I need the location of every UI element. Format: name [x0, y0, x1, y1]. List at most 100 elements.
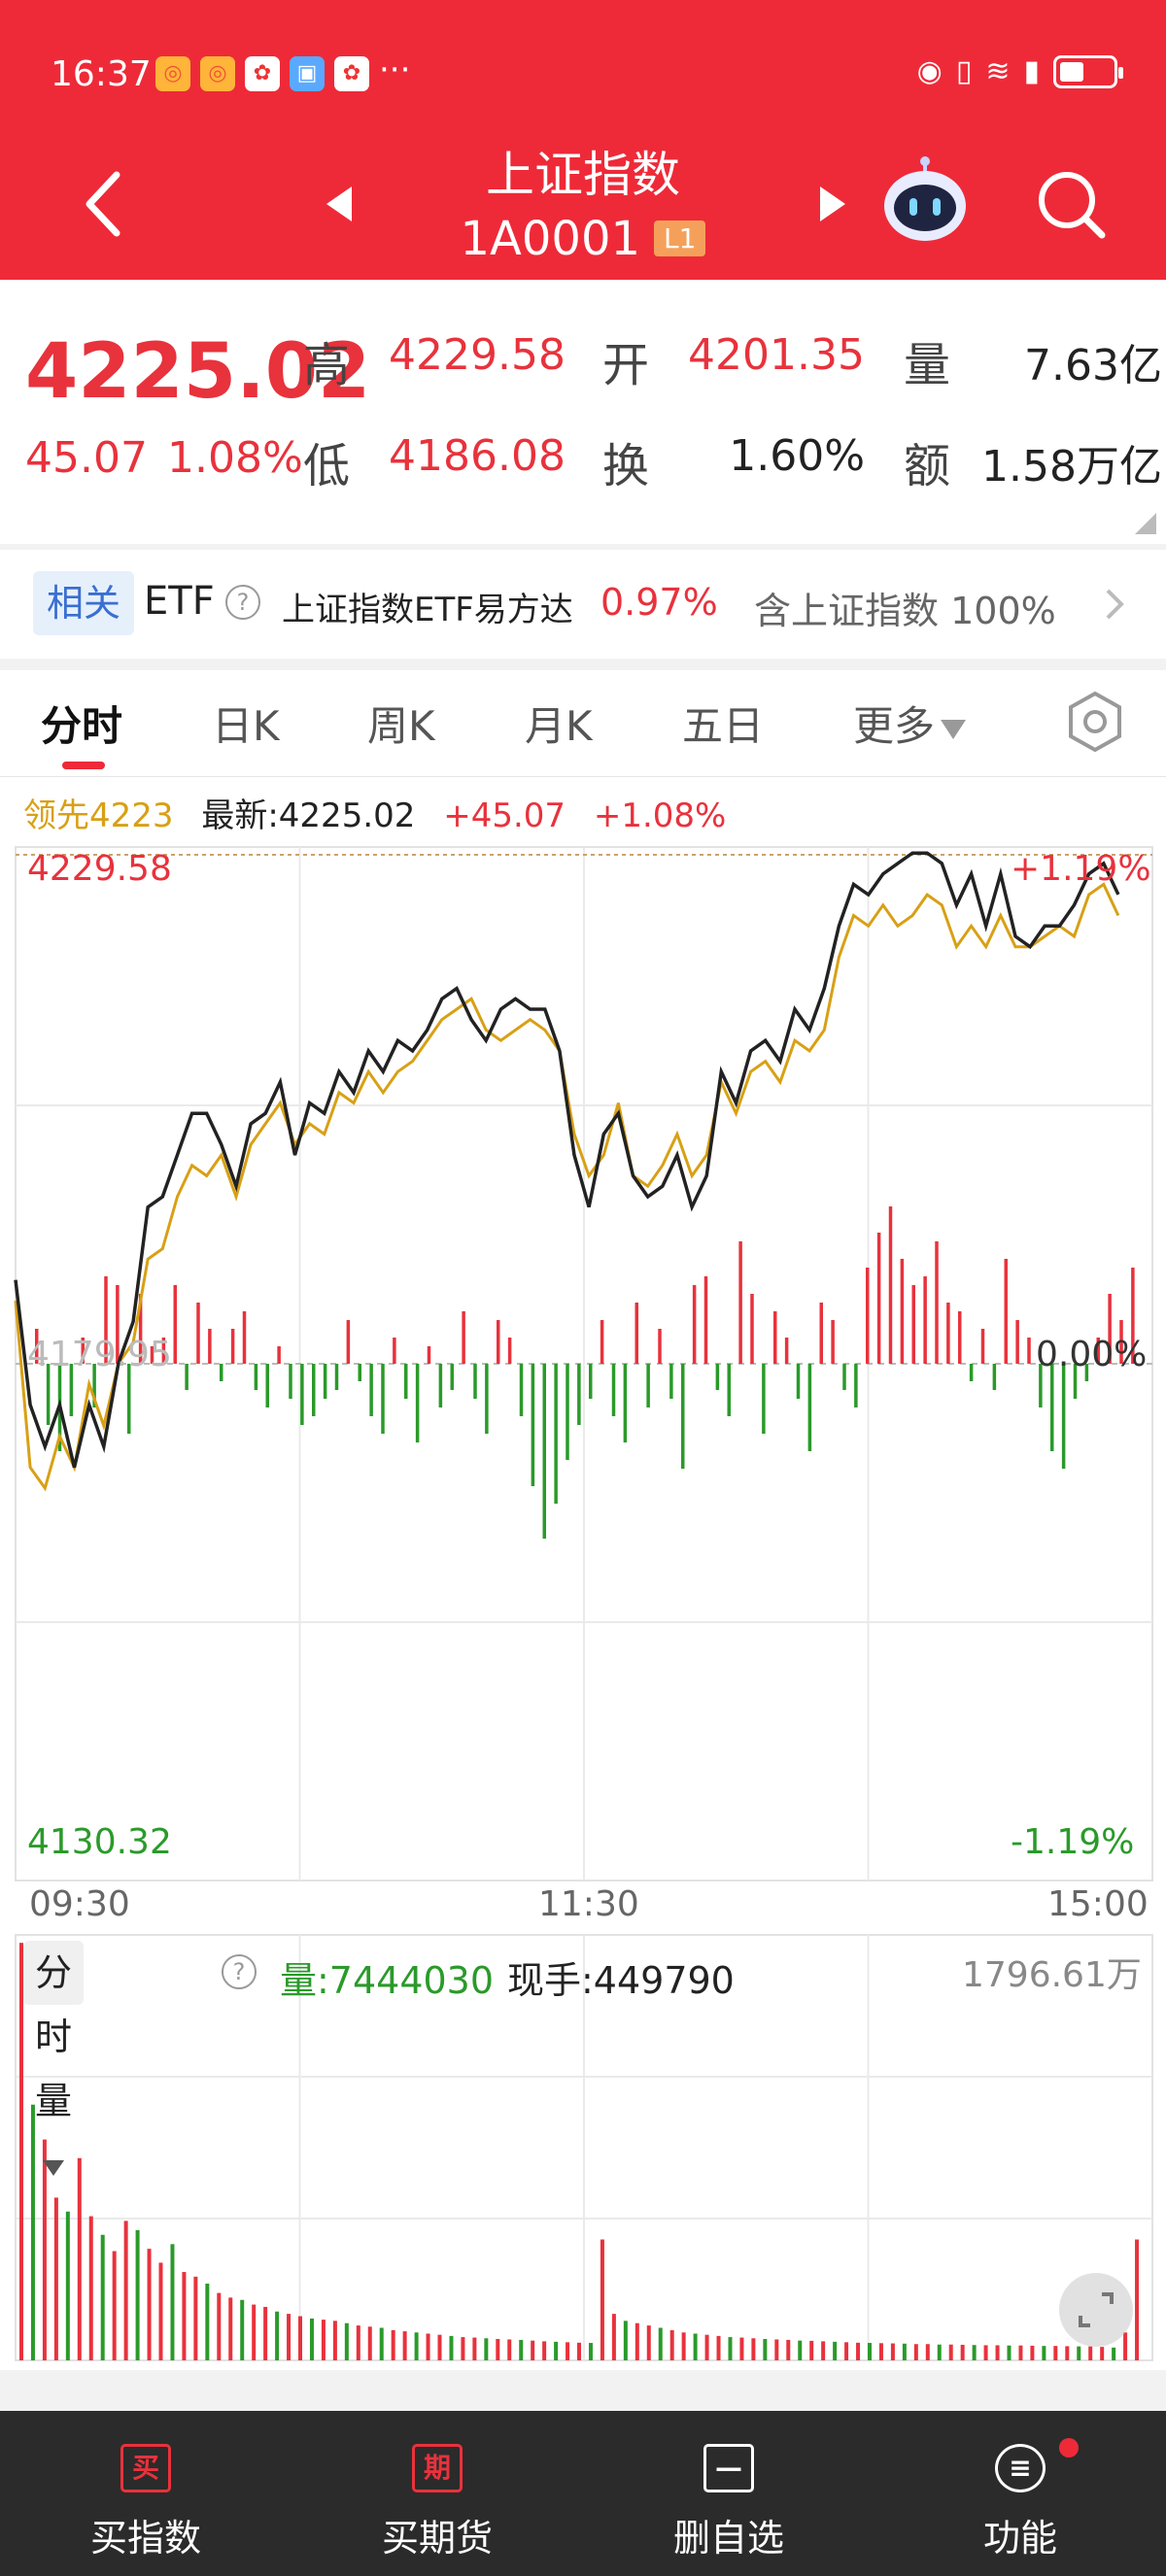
tab-five-day[interactable]: 五日 — [682, 694, 764, 753]
buy-index-button[interactable]: 买 买指数 — [0, 2411, 292, 2576]
caret-down-icon — [941, 719, 967, 739]
diff-bar — [289, 1364, 292, 1399]
volume-bar — [681, 2332, 686, 2360]
volume-bar — [228, 2297, 233, 2360]
volume-bar — [402, 2331, 407, 2360]
legend-change: +45.07 — [443, 797, 566, 835]
volume-bar — [693, 2333, 698, 2360]
search-button[interactable] — [1032, 165, 1110, 243]
volume-bar — [344, 2322, 349, 2360]
volume-bar — [972, 2345, 977, 2360]
volume-bar — [704, 2334, 709, 2360]
diff-bar — [427, 1346, 431, 1364]
functions-button[interactable]: ≡ 功能 — [874, 2411, 1166, 2576]
volume-bar — [1030, 2345, 1035, 2360]
diff-bar — [773, 1311, 777, 1364]
diff-bar — [381, 1364, 385, 1434]
volume-label: 量 — [904, 338, 951, 392]
diff-bar — [473, 1364, 477, 1399]
notification-icons: ◎ ◎ ✿ ▣ ✿ — [155, 56, 369, 91]
diff-bar — [369, 1364, 373, 1416]
volume-bar — [995, 2345, 1000, 2360]
volume-bar — [577, 2342, 582, 2360]
stock-code: 1A0001 — [460, 212, 641, 266]
expand-corner-icon[interactable] — [1135, 513, 1156, 534]
diff-bar — [750, 1294, 754, 1364]
chart-settings-button[interactable] — [1063, 690, 1127, 754]
tab-weekly-k[interactable]: 周K — [367, 694, 435, 753]
volume-bar — [669, 2329, 674, 2360]
tab-more[interactable]: 更多 — [853, 694, 967, 753]
robot-assistant-icon — [884, 156, 966, 241]
intraday-chart[interactable] — [0, 835, 1166, 1943]
low-label: 低 — [303, 439, 351, 493]
diff-bar — [196, 1303, 200, 1364]
diff-bar — [254, 1364, 258, 1390]
volume-bar — [960, 2344, 965, 2360]
volume-bars — [19, 1943, 1140, 2360]
diff-bar — [185, 1364, 189, 1390]
robot-assistant-button[interactable] — [878, 155, 972, 249]
volume-bar — [623, 2321, 628, 2360]
volume-bar — [182, 2272, 187, 2360]
volume-bar — [170, 2244, 175, 2360]
diff-bar — [600, 1320, 604, 1364]
vibrate-icon: ▯ — [955, 54, 973, 88]
diff-bar — [346, 1320, 351, 1364]
volume-bar — [588, 2343, 593, 2360]
help-icon[interactable]: ? — [225, 585, 260, 620]
tab-daily-k[interactable]: 日K — [212, 694, 280, 753]
page-title: 上证指数 — [486, 147, 680, 203]
search-icon — [1039, 172, 1106, 239]
diff-bar — [935, 1241, 939, 1364]
buy-futures-button[interactable]: 期 买期货 — [292, 2411, 583, 2576]
next-stock-button[interactable] — [812, 183, 851, 225]
volume-bar — [379, 2327, 384, 2360]
diff-bar — [450, 1364, 454, 1390]
volume-bar — [391, 2329, 395, 2360]
volume-bar — [53, 2197, 58, 2360]
menu-circle-icon: ≡ — [995, 2444, 1046, 2492]
help-icon[interactable]: ? — [222, 1954, 257, 1989]
y-min-label: 4130.32 — [27, 1822, 172, 1862]
diff-bar — [992, 1364, 997, 1390]
diff-bar — [715, 1364, 720, 1390]
volume-bar — [902, 2343, 907, 2360]
diff-bar — [900, 1259, 905, 1364]
diff-bar — [497, 1320, 500, 1364]
remove-watchlist-button[interactable]: — 删自选 — [583, 2411, 874, 2576]
volume-bar — [252, 2304, 257, 2360]
volume-type-label: 分时量 — [35, 1951, 73, 2122]
volume-bar — [263, 2306, 268, 2360]
chart-legend: 领先4223 最新:4225.02 +45.07 +1.08% — [23, 789, 743, 836]
functions-label: 功能 — [982, 2517, 1057, 2559]
diff-bar — [738, 1241, 742, 1364]
volume-bar — [1100, 2347, 1105, 2360]
diff-bar — [888, 1206, 893, 1364]
fullscreen-button[interactable] — [1059, 2273, 1133, 2347]
volume-max-label: 1796.61万 — [962, 1955, 1142, 1995]
diff-bar — [485, 1364, 489, 1434]
diff-bar — [1015, 1320, 1019, 1364]
volume-bar — [658, 2327, 663, 2360]
open-value: 4201.35 — [688, 330, 865, 380]
diff-bar — [415, 1364, 420, 1442]
volume-bar — [890, 2343, 895, 2360]
diff-bar — [807, 1364, 812, 1451]
tab-intraday[interactable]: 分时 — [41, 694, 122, 753]
related-etf-row[interactable]: 相关 ETF ? 上证指数ETF易方达 0.97% 含上证指数 100% — [0, 550, 1166, 659]
volume-bar — [716, 2335, 721, 2360]
volume-bar — [531, 2340, 535, 2360]
diff-bar — [323, 1364, 327, 1399]
futures-icon: 期 — [412, 2444, 463, 2492]
tab-monthly-k[interactable]: 月K — [525, 694, 593, 753]
diff-bar — [554, 1364, 558, 1504]
diff-bar — [969, 1364, 974, 1381]
volume-bar — [193, 2276, 198, 2360]
diff-bar — [876, 1233, 881, 1364]
volume-bar — [367, 2326, 372, 2360]
diff-bar — [842, 1364, 846, 1390]
volume-bar — [158, 2262, 163, 2360]
volume-bar — [135, 2229, 140, 2360]
volume-type-select[interactable]: 分时量 — [23, 1941, 85, 2176]
